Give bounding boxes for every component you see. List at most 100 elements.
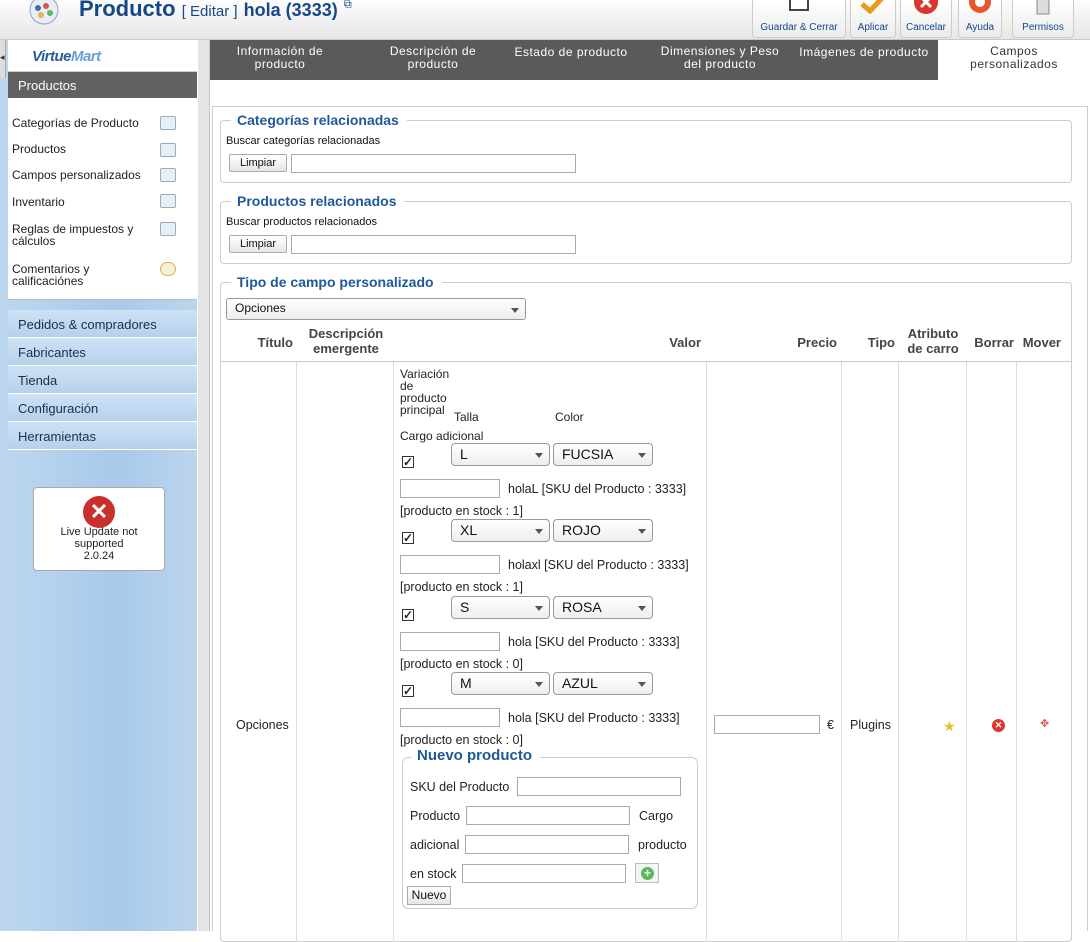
inventory-icon [160, 194, 176, 208]
row-price-input[interactable] [714, 715, 820, 734]
categorias-search-input[interactable] [291, 154, 576, 173]
nuevo-button[interactable]: Nuevo [407, 886, 451, 905]
row-titulo: Opciones [236, 718, 289, 732]
help-icon [967, 0, 993, 19]
variant-checkbox[interactable]: ✓ [402, 456, 414, 468]
variant-checkbox[interactable]: ✓ [402, 532, 414, 544]
tab-descripcion[interactable]: Descripción de producto [370, 40, 496, 80]
color-select[interactable]: FUCSIA [553, 443, 653, 466]
talla-select[interactable]: XL [451, 519, 550, 542]
sidebar-item-comentarios[interactable]: Comentarios y calificaciónes [12, 263, 147, 287]
col-header-desc-line1: Descripción [308, 326, 384, 341]
permissions-button[interactable]: Permisos [1012, 0, 1074, 38]
move-icon[interactable]: ✥ [1040, 719, 1049, 730]
star-icon[interactable]: ★ [943, 719, 956, 733]
sidebar-item-productos[interactable]: Productos [12, 143, 147, 155]
variant-checkbox[interactable]: ✓ [402, 685, 414, 697]
productos-search-input[interactable] [291, 235, 576, 254]
variant-price-input[interactable] [400, 555, 500, 574]
product-logo-icon [24, 0, 64, 30]
help-label: Ayuda [965, 22, 995, 33]
talla-select[interactable]: L [451, 443, 550, 466]
check-icon [860, 0, 886, 17]
talla-value: L [460, 446, 468, 462]
col-header-borrar: Borrar [974, 335, 1014, 350]
tipo-legend: Tipo de campo personalizado [231, 274, 442, 290]
col-header-titulo: Título [257, 335, 293, 350]
tab-imagenes[interactable]: Imágenes de producto [790, 40, 938, 80]
delete-icon[interactable]: ✕ [992, 719, 1005, 732]
nuevo-sku-input[interactable] [517, 777, 681, 796]
error-icon: ✕ [83, 496, 115, 528]
cargo-adicional-label: Cargo adicional [400, 429, 484, 443]
talla-select[interactable]: M [451, 672, 550, 695]
save-close-button[interactable]: Guardar & Cerrar [752, 0, 846, 38]
chevron-down-icon [535, 682, 543, 687]
nuevo-adicional-label: adicional [410, 838, 460, 852]
apply-button[interactable]: Aplicar [850, 0, 896, 38]
external-link-icon[interactable]: ⧉ [344, 0, 352, 11]
categorias-fieldset: Categorías relacionadas Buscar categoría… [220, 112, 1072, 183]
color-select[interactable]: ROSA [553, 596, 653, 619]
variant-price-input[interactable] [400, 632, 500, 651]
add-button[interactable]: + [635, 863, 659, 883]
tipo-select[interactable]: Opciones [226, 298, 526, 320]
variant-checkbox[interactable]: ✓ [402, 609, 414, 621]
sidebar-item-categorias[interactable]: Categorías de Producto [12, 117, 147, 129]
color-value: ROJO [562, 522, 601, 538]
sidebar-section-productos[interactable]: Productos [8, 72, 197, 98]
table-header-divider [221, 361, 1071, 362]
sidebar-item-inventario[interactable]: Inventario [12, 196, 147, 208]
nuevo-producto-fieldset: Nuevo producto SKU del Producto Producto… [402, 747, 698, 909]
cancel-button[interactable]: Cancelar [900, 0, 952, 38]
nuevo-cargo-input[interactable] [465, 835, 629, 854]
tax-icon [160, 222, 176, 236]
column-separator [966, 362, 967, 942]
variation-intro-4: principal [400, 403, 445, 417]
tab-label: del producto [683, 57, 757, 71]
virtuemart-logo[interactable]: VirtueMart [8, 40, 197, 72]
tab-dimensiones[interactable]: Dimensiones y Peso del producto [650, 40, 790, 80]
productos-legend: Productos relacionados [231, 193, 405, 209]
tab-label: personalizados [970, 57, 1058, 71]
productos-clear-button[interactable]: Limpiar [229, 235, 287, 253]
sidebar-collapse-handle[interactable]: ◂ [0, 40, 6, 78]
tab-campos-personalizados[interactable]: Campos personalizados [938, 40, 1090, 80]
tab-label: producto [254, 57, 306, 71]
nuevo-stock-input[interactable] [462, 864, 626, 883]
color-select[interactable]: AZUL [553, 672, 653, 695]
sidebar-item-campos[interactable]: Campos personalizados [12, 169, 147, 181]
variant-price-input[interactable] [400, 479, 500, 498]
sidebar-item-impuestos[interactable]: Reglas de impuestos y cálculos [12, 223, 147, 247]
page-title: Producto [ Editar ] hola (3333) ⧉ [79, 0, 352, 22]
tab-informacion[interactable]: Información de producto [222, 40, 338, 80]
tab-estado[interactable]: Estado de producto [506, 40, 636, 80]
categorias-clear-button[interactable]: Limpiar [229, 154, 287, 172]
sidebar-section-pedidos[interactable]: Pedidos & compradores [8, 310, 197, 338]
help-button[interactable]: Ayuda [958, 0, 1002, 38]
live-update-line1: Live Update not [60, 526, 138, 538]
col-color-label: Color [555, 410, 584, 424]
col-header-atributo: Atributo de carro [901, 326, 965, 356]
color-select[interactable]: ROJO [553, 519, 653, 542]
variant-price-input[interactable] [400, 708, 500, 727]
content-border [198, 40, 210, 931]
sidebar-section-fabricantes[interactable]: Fabricantes [8, 338, 197, 366]
custom-fields-icon [160, 168, 176, 182]
sidebar-section-herramientas[interactable]: Herramientas [8, 422, 197, 450]
variation-intro: Variación de producto principal [400, 368, 449, 416]
sidebar-section-configuracion[interactable]: Configuración [8, 394, 197, 422]
col-header-descripcion: Descripción emergente [306, 326, 386, 356]
variant-name: hola [SKU del Producto : 3333] [508, 711, 680, 725]
productos-fieldset: Productos relacionados Buscar productos … [220, 193, 1072, 264]
sidebar-section-tienda[interactable]: Tienda [8, 366, 197, 394]
currency-symbol: € [827, 718, 834, 732]
talla-select[interactable]: S [451, 596, 550, 619]
live-update-line2: supported [74, 538, 124, 550]
nuevo-producto-input[interactable] [466, 806, 630, 825]
live-update-box: ✕ Live Update not supported 2.0.24 [33, 487, 165, 571]
chevron-down-icon [535, 606, 543, 611]
nuevo-producto-legend: Nuevo producto [411, 747, 540, 764]
talla-value: M [460, 675, 472, 691]
col-talla-label: Talla [454, 410, 479, 424]
